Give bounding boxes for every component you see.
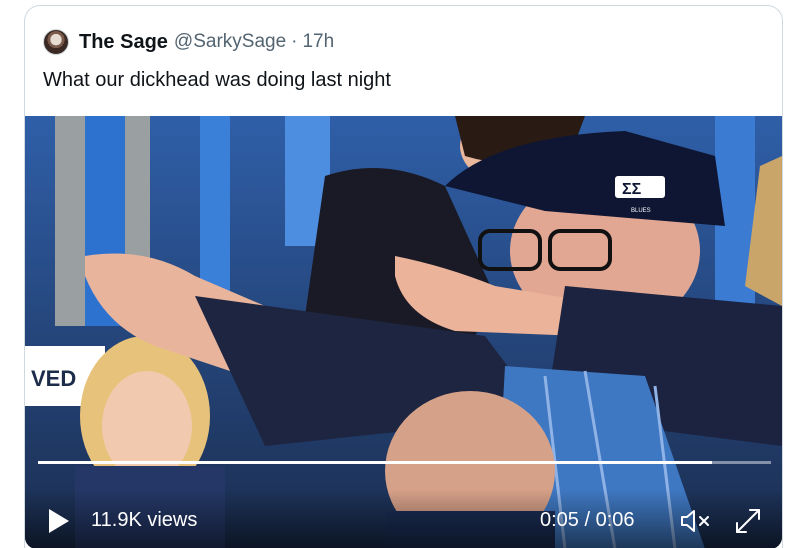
cap-logo: ΣΣ xyxy=(622,181,642,198)
cap-text: BLUES xyxy=(631,208,651,214)
fullscreen-button[interactable] xyxy=(732,505,764,537)
video-player[interactable]: VED ΣΣ BLUES 11.9K views 0:05 / 0:06 xyxy=(25,116,782,548)
tweet-card[interactable]: The Sage @SarkySage · 17h What our dickh… xyxy=(24,5,783,548)
author-name[interactable]: The Sage xyxy=(79,31,168,54)
fullscreen-icon xyxy=(736,509,760,533)
tweet-text: What our dickhead was doing last night xyxy=(43,69,391,91)
play-button[interactable] xyxy=(47,508,71,534)
tweet-timestamp[interactable]: 17h xyxy=(302,31,334,53)
video-frame: VED ΣΣ BLUES xyxy=(25,116,782,548)
play-icon xyxy=(49,509,69,533)
video-time: 0:05 / 0:06 xyxy=(540,509,635,531)
tweet-header: The Sage @SarkySage · 17h xyxy=(43,29,334,55)
view-count: 11.9K views xyxy=(91,509,198,531)
video-controls: 11.9K views 0:05 / 0:06 xyxy=(25,489,782,548)
separator-dot: · xyxy=(291,31,298,52)
author-handle[interactable]: @SarkySage xyxy=(174,31,286,53)
video-progress-fill xyxy=(38,461,713,464)
avatar[interactable] xyxy=(43,29,69,55)
volume-muted-icon xyxy=(681,510,709,532)
mute-button[interactable] xyxy=(679,506,713,536)
video-progress-bar[interactable] xyxy=(38,461,771,464)
banner-text: VED xyxy=(31,366,76,391)
